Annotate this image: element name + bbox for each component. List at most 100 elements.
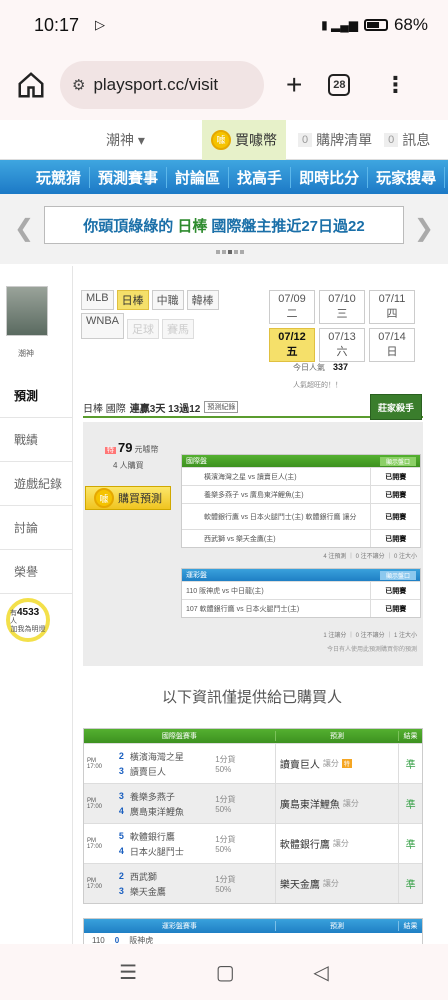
table-row: 橫濱海灣之星 vs 讀賣巨人(主) 已開賽 bbox=[182, 467, 420, 485]
match-status: 已開賽 bbox=[370, 504, 420, 529]
back-icon[interactable]: ◁ bbox=[313, 960, 328, 985]
menu-item-record[interactable]: 戰績 bbox=[0, 418, 72, 462]
league-tab[interactable]: 賽馬 bbox=[162, 319, 194, 339]
match-status: 已開賽 bbox=[370, 486, 420, 503]
team: 橫濱海灣之星 bbox=[129, 751, 184, 762]
nav-item[interactable]: 找高手 bbox=[229, 166, 292, 188]
menu-item-discuss[interactable]: 討論 bbox=[0, 506, 72, 550]
match-status: 已開賽 bbox=[370, 600, 420, 617]
banner-text-post: 國際盤主推近27日過22 bbox=[211, 217, 365, 235]
menu-item-honor[interactable]: 榮譽 bbox=[0, 550, 72, 594]
pick-team: 軟體銀行鷹 bbox=[279, 840, 330, 851]
date-tab[interactable]: 07/10 三 bbox=[319, 290, 365, 324]
league-tab[interactable]: 日棒 bbox=[116, 290, 149, 310]
follower-bulb[interactable]: 有4533人 加我為明燈 bbox=[6, 598, 50, 642]
date-tab[interactable]: 07/14 日 bbox=[369, 328, 415, 362]
url-bar[interactable]: ⚙ playsport.cc/visit bbox=[60, 61, 264, 109]
main-nav: 玩競猜 預測賽事 討論區 找高手 即時比分 玩家搜尋 數據 bbox=[0, 160, 448, 194]
league-tab[interactable]: WNBA bbox=[81, 313, 124, 339]
messages-link[interactable]: 0 訊息 bbox=[384, 130, 430, 150]
team: 樂天金鷹 bbox=[129, 886, 166, 897]
game-time: PM 17:00 bbox=[87, 797, 103, 810]
site-settings-icon[interactable]: ⚙ bbox=[72, 76, 85, 94]
recents-icon[interactable]: ☰ bbox=[119, 960, 137, 985]
date-tab[interactable]: 07/11 四 bbox=[369, 290, 415, 324]
chevron-right-icon[interactable]: ❯ bbox=[414, 214, 434, 243]
date-tab[interactable]: 07/13 六 bbox=[319, 328, 365, 362]
table-row: PM 17:00 2 橫濱海灣之星 3 讀賣巨人 1分貨 50% 讀賣巨人 讓分特 準 bbox=[84, 743, 422, 783]
promo-banner: ❮ 你頭頂綠綠的 日棒 國際盤主推近27日過22 ❯ bbox=[0, 194, 448, 264]
nav-item[interactable]: 討論區 bbox=[167, 166, 230, 188]
league-tab[interactable]: MLB bbox=[81, 290, 114, 310]
league-tab[interactable]: 韓棒 bbox=[186, 290, 219, 310]
home-button-icon[interactable]: ▢ bbox=[216, 960, 235, 985]
buy-label: 購買預測 bbox=[118, 493, 162, 505]
team: 廣島東洋鯉魚 bbox=[129, 806, 184, 817]
hot-tag: 特 bbox=[105, 447, 116, 454]
line-pct: 50% bbox=[215, 764, 232, 774]
match-text: 107 軟體銀行鷹 vs 日本火腿鬥士(主) bbox=[186, 605, 300, 613]
prediction-content: MLB 日棒 中職 韓棒 WNBA 足球 賽馬 07/09 二 07/10 三 … bbox=[72, 266, 430, 948]
game-time: PM 17:00 bbox=[87, 877, 103, 890]
more-menu-icon[interactable]: ⋮ bbox=[384, 72, 406, 98]
nav-item[interactable]: 玩競猜 bbox=[0, 166, 91, 188]
score: 5 bbox=[118, 831, 124, 841]
hot-tag: 特 bbox=[341, 759, 352, 768]
team: 日本火腿鬥士 bbox=[129, 846, 184, 857]
show-line-button[interactable]: 顯示盤口 bbox=[379, 456, 416, 466]
status-icons: ▮ ▂▄▆ 68% bbox=[321, 15, 428, 35]
new-tab-icon[interactable]: + bbox=[286, 69, 302, 101]
table-row: 110 阪神虎 vs 中日龍(主) 已開賽 bbox=[182, 581, 420, 599]
team: 讀賣巨人 bbox=[129, 766, 166, 777]
date-tab[interactable]: 07/12 五 bbox=[269, 328, 315, 362]
result: 準 bbox=[398, 784, 422, 823]
buy-coin-button[interactable]: 噱 買噱幣 bbox=[202, 119, 286, 160]
show-line-button[interactable]: 顯示盤口 bbox=[379, 570, 416, 580]
buy-coin-label: 買噱幣 bbox=[235, 131, 277, 148]
pick-team: 廣島東洋鯉魚 bbox=[279, 800, 340, 811]
coin-icon: 噱 bbox=[94, 488, 114, 508]
nav-item[interactable]: 玩家搜尋 bbox=[368, 166, 446, 188]
menu-item-predict[interactable]: 預測 bbox=[0, 374, 72, 418]
home-icon[interactable] bbox=[16, 70, 46, 100]
league-tab[interactable]: 足球 bbox=[127, 319, 159, 339]
status-bar: 10:17 ▷ ▮ ▂▄▆ 68% bbox=[0, 0, 448, 50]
record-tag[interactable]: 預測紀錄 bbox=[204, 401, 239, 413]
game-time: PM 17:00 bbox=[87, 837, 103, 850]
buy-prediction-button[interactable]: 噱 購買預測 bbox=[85, 486, 171, 510]
score: 3 bbox=[118, 766, 124, 776]
cart-link[interactable]: 0 購牌清單 bbox=[298, 130, 372, 150]
bulb-label: 加我為明燈 bbox=[10, 625, 46, 633]
intl-summary: 4 注預測 ｜ 0 注不讓分 ｜ 0 注大小 bbox=[323, 554, 417, 560]
nav-item[interactable]: 預測賽事 bbox=[90, 166, 168, 188]
win-streak: 連贏3天 13過12 bbox=[129, 403, 201, 415]
banner-text-pre: 你頭頂綠綠的 bbox=[83, 217, 174, 235]
clock: 10:17 bbox=[34, 14, 80, 35]
tab-count-button[interactable]: 28 bbox=[328, 74, 351, 96]
match-text: 西武獅 vs 樂天金鷹(主) bbox=[204, 535, 276, 543]
banner-link[interactable]: 你頭頂綠綠的 日棒 國際盤主推近27日過22 bbox=[44, 206, 404, 244]
nav-item[interactable]: 即時比分 bbox=[291, 166, 369, 188]
url-text: playsport.cc/visit bbox=[93, 75, 219, 94]
line-pct: 50% bbox=[215, 844, 232, 854]
result: 準 bbox=[398, 744, 422, 783]
game-time: PM 17:00 bbox=[87, 757, 103, 770]
result: 準 bbox=[398, 864, 422, 903]
user-menu[interactable]: 潮神 ▾ bbox=[106, 130, 202, 150]
avatar[interactable] bbox=[6, 286, 48, 336]
price: 特 79 元噱幣 bbox=[105, 440, 158, 455]
browser-toolbar: ⚙ playsport.cc/visit + 28 ⋮ bbox=[0, 50, 448, 120]
buyer-count: 4 人購買 bbox=[113, 461, 144, 470]
battery-level: 68% bbox=[393, 15, 428, 34]
panel-footnote: 今日有人使用此預測購買你的預測 bbox=[326, 647, 417, 653]
date-tab[interactable]: 07/09 二 bbox=[269, 290, 315, 324]
menu-item-games[interactable]: 遊戲紀錄 bbox=[0, 462, 72, 506]
chevron-left-icon[interactable]: ❮ bbox=[14, 214, 34, 243]
profile-name: 潮神 bbox=[18, 349, 34, 358]
line: 1分貨 bbox=[215, 794, 236, 804]
prediction-panel: 特 79 元噱幣 4 人購買 噱 購買預測 國際盤 顯示盤口 橫濱海灣之星 vs 讀賣… bbox=[83, 422, 423, 666]
team: 養樂多燕子 bbox=[129, 791, 175, 802]
site-top-nav: 潮神 ▾ 噱 買噱幣 0 購牌清單 0 訊息 bbox=[0, 119, 448, 160]
popularity-value: 337 bbox=[333, 362, 349, 372]
league-tab[interactable]: 中職 bbox=[151, 290, 184, 310]
